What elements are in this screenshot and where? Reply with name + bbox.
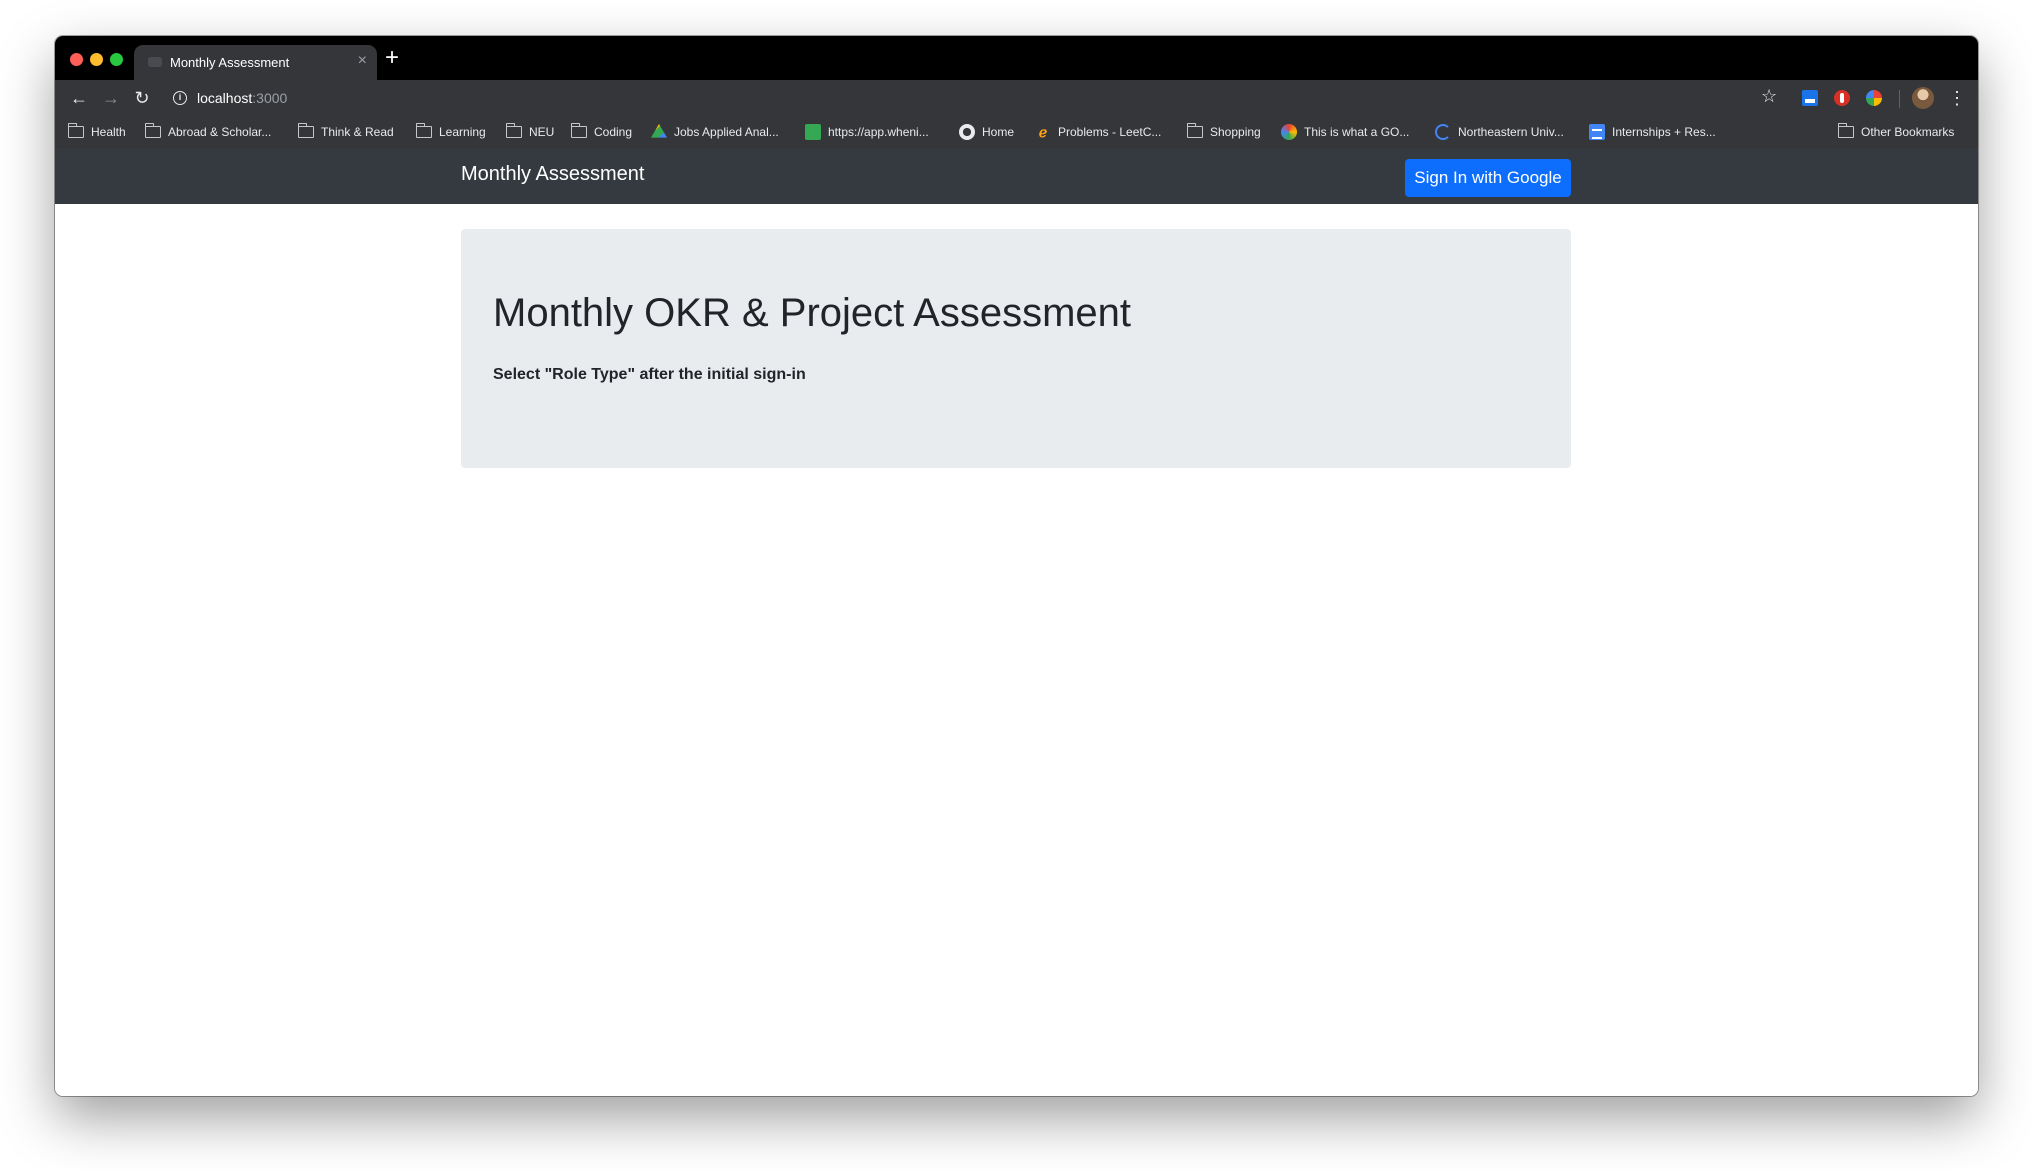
- minimize-window-button[interactable]: [90, 53, 103, 66]
- globe-icon: [959, 124, 975, 140]
- bookmark-star-icon[interactable]: ☆: [1761, 86, 1777, 107]
- bookmark-internships[interactable]: Internships + Res...: [1589, 124, 1716, 140]
- extension-3-icon[interactable]: [1866, 90, 1882, 106]
- folder-icon: [144, 123, 161, 138]
- page-content: Monthly Assessment Sign In with Google M…: [55, 148, 1978, 1096]
- profile-avatar[interactable]: [1912, 87, 1934, 109]
- northeastern-icon: [1435, 124, 1451, 140]
- new-tab-button[interactable]: +: [385, 44, 399, 72]
- bookmark-label: Coding: [594, 125, 633, 139]
- bookmark-learning[interactable]: Learning: [415, 123, 486, 140]
- url-host: localhost: [197, 90, 253, 106]
- bookmark-neu[interactable]: NEU: [505, 123, 555, 140]
- bookmark-label: https://app.wheni...: [828, 125, 929, 139]
- bookmark-label: This is what a GO...: [1304, 125, 1410, 139]
- bookmark-coding[interactable]: Coding: [570, 123, 633, 140]
- folder-icon: [1186, 123, 1203, 138]
- bookmark-label: Abroad & Scholar...: [168, 125, 272, 139]
- bookmark-label: Learning: [439, 125, 486, 139]
- folder-icon: [1837, 123, 1854, 138]
- tab-monthly-assessment[interactable]: Monthly Assessment ×: [134, 45, 377, 80]
- swirl-icon: [1281, 124, 1297, 140]
- tab-title: Monthly Assessment: [170, 55, 290, 70]
- folder-icon: [505, 123, 522, 138]
- tab-strip: Monthly Assessment × +: [55, 36, 1978, 80]
- close-window-button[interactable]: [70, 53, 83, 66]
- address-bar[interactable]: localhost:3000: [197, 90, 287, 106]
- bookmark-label: Shopping: [1210, 125, 1261, 139]
- site-info-icon[interactable]: i: [173, 91, 187, 105]
- forward-arrow-icon[interactable]: →: [99, 86, 123, 110]
- bookmark-northeastern[interactable]: Northeastern Univ...: [1435, 124, 1564, 140]
- bookmark-label: Home: [982, 125, 1015, 139]
- bookmark-abroad[interactable]: Abroad & Scholar...: [144, 123, 272, 140]
- folder-icon: [67, 123, 84, 138]
- bookmark-app-wheni[interactable]: https://app.wheni...: [805, 124, 929, 140]
- folder-icon: [297, 123, 314, 138]
- page-title: Monthly OKR & Project Assessment: [493, 291, 1132, 335]
- bookmark-label: Jobs Applied Anal...: [674, 125, 779, 139]
- kebab-menu-icon[interactable]: ⋮: [1948, 86, 1966, 110]
- page-subtitle: Select "Role Type" after the initial sig…: [493, 366, 806, 383]
- bookmark-shopping[interactable]: Shopping: [1186, 123, 1261, 140]
- bookmarks-bar: Health Abroad & Scholar... Think & Read …: [55, 116, 1978, 148]
- toolbar-divider: [1899, 90, 1900, 108]
- bookmark-label: Northeastern Univ...: [1458, 125, 1564, 139]
- bookmark-home[interactable]: Home: [959, 124, 1014, 140]
- green-doc-icon: [805, 124, 821, 140]
- bookmark-label: Think & Read: [321, 125, 394, 139]
- reload-icon[interactable]: ↻: [130, 86, 154, 110]
- bookmark-label: Other Bookmarks: [1861, 125, 1955, 139]
- browser-window: Monthly Assessment × + ← → ↻ i localhost…: [55, 36, 1978, 1096]
- tab-favicon-icon: [148, 57, 162, 67]
- browser-toolbar: ← → ↻ i localhost:3000 ☆ ⋮: [55, 80, 1978, 116]
- extension-1-icon[interactable]: [1802, 90, 1818, 106]
- bookmark-label: Internships + Res...: [1612, 125, 1716, 139]
- folder-icon: [570, 123, 587, 138]
- bookmark-think-read[interactable]: Think & Read: [297, 123, 394, 140]
- bookmark-other[interactable]: Other Bookmarks: [1837, 123, 1955, 140]
- app-navbar: Monthly Assessment Sign In with Google: [55, 148, 1978, 204]
- google-doc-icon: [1589, 124, 1605, 140]
- tab-close-icon[interactable]: ×: [358, 52, 367, 70]
- bookmark-this-is-what[interactable]: This is what a GO...: [1281, 124, 1409, 140]
- bookmark-health[interactable]: Health: [67, 123, 126, 140]
- navbar-brand[interactable]: Monthly Assessment: [461, 163, 644, 186]
- bookmark-label: Problems - LeetC...: [1058, 125, 1162, 139]
- hero-jumbotron: Monthly OKR & Project Assessment Select …: [461, 229, 1571, 468]
- bookmark-jobs-applied[interactable]: Jobs Applied Anal...: [651, 124, 779, 140]
- sign-in-google-button[interactable]: Sign In with Google: [1405, 159, 1571, 197]
- bookmark-leetcode[interactable]: ℯ Problems - LeetC...: [1035, 124, 1162, 140]
- zoom-window-button[interactable]: [110, 53, 123, 66]
- leetcode-icon: ℯ: [1038, 124, 1048, 140]
- bookmark-label: NEU: [529, 125, 555, 139]
- back-arrow-icon[interactable]: ←: [67, 86, 91, 110]
- google-drive-icon: [651, 124, 667, 138]
- url-port: :3000: [252, 90, 288, 106]
- bookmark-label: Health: [91, 125, 126, 139]
- folder-icon: [415, 123, 432, 138]
- extension-2-icon[interactable]: [1834, 90, 1850, 106]
